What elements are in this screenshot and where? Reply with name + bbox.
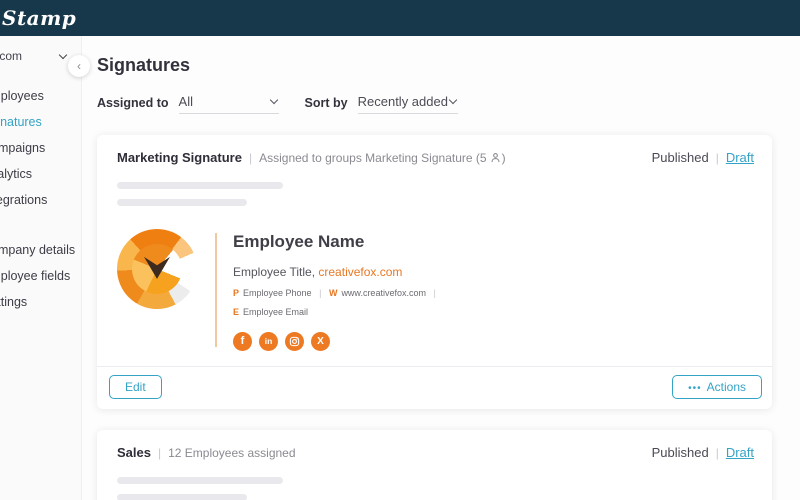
- website-value: www.creativefox.com: [341, 288, 426, 298]
- edit-button[interactable]: Edit: [109, 375, 162, 399]
- sidebar-item-label: Employee fields: [0, 269, 71, 283]
- sort-by-label: Sort by: [304, 96, 348, 110]
- separator: |: [157, 445, 162, 460]
- signature-card-sales: Sales | 12 Employees assigned Published …: [97, 430, 772, 500]
- phone-value: Employee Phone: [243, 288, 312, 298]
- card-header: Sales | 12 Employees assigned Published …: [97, 430, 772, 460]
- app-window: Stamp creativefox.com Employees Signatur…: [0, 0, 800, 500]
- separator: |: [248, 150, 253, 165]
- website-label: W: [328, 288, 338, 298]
- main-content: Signatures Assigned to All Sort by Recen…: [82, 36, 800, 500]
- facebook-icon[interactable]: f: [233, 332, 252, 351]
- card-subtitle: Assigned to groups Marketing Signature (…: [259, 150, 487, 165]
- separator: |: [319, 288, 322, 298]
- assigned-to-value: All: [178, 94, 193, 109]
- company-logo: [117, 229, 197, 309]
- draft-link[interactable]: Draft: [726, 150, 754, 165]
- person-icon: [490, 152, 501, 163]
- sidebar-item-settings[interactable]: Settings: [0, 289, 81, 315]
- skeleton-group: [97, 165, 772, 206]
- assigned-to-select[interactable]: All: [178, 92, 279, 114]
- card-header: Marketing Signature | Assigned to groups…: [97, 135, 772, 165]
- card-header-right: Published | Draft: [652, 445, 754, 460]
- chevron-down-icon: [448, 95, 457, 105]
- x-glyph: X: [317, 335, 324, 347]
- sidebar-item-label: Signatures: [0, 115, 42, 129]
- separator: |: [715, 445, 719, 460]
- actions-label: Actions: [706, 380, 746, 394]
- actions-button[interactable]: ••• Actions: [672, 375, 762, 399]
- instagram-icon[interactable]: [285, 332, 304, 351]
- chevron-down-icon: [269, 95, 278, 105]
- separator: |: [715, 150, 719, 165]
- sidebar-item-label: Company details: [0, 243, 76, 257]
- sidebar-item-signatures[interactable]: Signatures: [0, 109, 81, 135]
- card-footer: Edit ••• Actions: [97, 366, 772, 409]
- signature-preview: Employee Name Employee Title, creativefo…: [97, 216, 772, 351]
- signature-card-marketing: Marketing Signature | Assigned to groups…: [97, 135, 772, 409]
- sidebar-item-employee-fields[interactable]: Employee fields: [0, 263, 81, 289]
- email-value: Employee Email: [243, 307, 309, 317]
- skeleton-group: [97, 460, 772, 500]
- employee-title-line: Employee Title, creativefox.com: [233, 265, 441, 279]
- ellipsis-icon: •••: [688, 383, 702, 394]
- employee-name: Employee Name: [233, 232, 365, 251]
- sidebar-item-label: Analytics: [0, 167, 33, 181]
- card-title: Sales: [117, 445, 151, 460]
- social-icons: f in X: [233, 332, 441, 351]
- topbar: Stamp: [0, 0, 800, 36]
- vertical-divider: [215, 233, 217, 347]
- linkedin-glyph: in: [264, 336, 273, 347]
- email-label: E: [233, 307, 240, 317]
- assigned-to-label: Assigned to: [97, 96, 169, 110]
- contact-line-2: E Employee Email: [233, 307, 441, 317]
- published-status: Published: [651, 150, 709, 165]
- contact-line-1: P Employee Phone | Wwww.creativefox.com |: [233, 288, 441, 298]
- sort-by-select[interactable]: Recently added: [357, 92, 458, 114]
- card-header-left: Sales | 12 Employees assigned: [117, 445, 296, 460]
- card-header-right: Published | Draft: [652, 150, 754, 165]
- sidebar-item-label: Employees: [0, 89, 44, 103]
- sidebar-item-analytics[interactable]: Analytics: [0, 161, 81, 187]
- account-label: creativefox.com: [0, 49, 23, 63]
- filter-bar: Assigned to All Sort by Recently added: [97, 92, 772, 114]
- published-status: Published: [651, 445, 709, 460]
- sidebar-nav-primary: Employees Signatures Campaigns Analytics…: [0, 83, 81, 213]
- sidebar-nav-secondary: Company details Employee fields Settings: [0, 237, 81, 315]
- sidebar-item-label: Integrations: [0, 193, 48, 207]
- skeleton-bar: [117, 182, 283, 189]
- company-domain-link[interactable]: creativefox.com: [318, 265, 402, 279]
- card-subtitle: 12 Employees assigned: [168, 445, 296, 460]
- linkedin-icon[interactable]: in: [259, 332, 278, 351]
- app-logo: Stamp: [2, 6, 77, 30]
- employee-title: Employee Title,: [233, 265, 316, 279]
- phone-label: P: [233, 288, 240, 298]
- sidebar-item-label: Settings: [0, 295, 28, 309]
- card-header-left: Marketing Signature | Assigned to groups…: [117, 150, 506, 165]
- sidebar-item-employees[interactable]: Employees: [0, 83, 81, 109]
- card-title: Marketing Signature: [117, 150, 242, 165]
- sort-by-value: Recently added: [357, 94, 448, 109]
- sidebar-collapse-button[interactable]: ‹: [68, 55, 90, 77]
- facebook-glyph: f: [240, 335, 245, 347]
- sidebar-item-company-details[interactable]: Company details: [0, 237, 81, 263]
- skeleton-bar: [117, 477, 283, 484]
- separator: |: [433, 288, 436, 298]
- chevron-down-icon: [58, 50, 68, 59]
- signature-details: Employee Name Employee Title, creativefo…: [233, 229, 441, 351]
- sidebar-item-campaigns[interactable]: Campaigns: [0, 135, 81, 161]
- x-twitter-icon[interactable]: X: [311, 332, 330, 351]
- account-selector[interactable]: creativefox.com: [0, 49, 68, 63]
- skeleton-bar: [117, 199, 247, 206]
- sidebar: creativefox.com Employees Signatures Cam…: [0, 36, 82, 500]
- sidebar-item-integrations[interactable]: Integrations: [0, 187, 81, 213]
- card-subtitle-close: ): [501, 150, 506, 165]
- page-title: Signatures: [97, 55, 191, 75]
- sidebar-item-label: Campaigns: [0, 141, 46, 155]
- draft-link[interactable]: Draft: [726, 445, 754, 460]
- skeleton-bar: [117, 494, 247, 500]
